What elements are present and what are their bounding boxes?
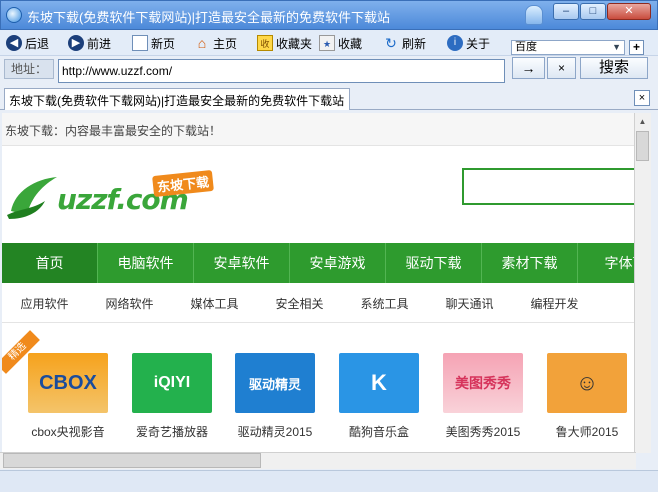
cbox-app-icon: CBOX: [28, 353, 108, 413]
chevron-down-icon: ▼: [612, 42, 621, 52]
kugou-app-icon: K: [339, 353, 419, 413]
back-arrow-icon: ◀: [6, 35, 22, 51]
tab-active[interactable]: 东坡下载(免费软件下载网站)|打造最安全最新的免费软件下载站: [4, 88, 350, 110]
maximize-button[interactable]: □: [580, 3, 606, 20]
sub-nav: 应用软件 网络软件 媒体工具 安全相关 系统工具 聊天通讯 编程开发 图: [2, 285, 634, 323]
minimize-button[interactable]: –: [553, 3, 579, 20]
add-favorite-button[interactable]: ★ 收藏: [319, 33, 362, 53]
refresh-button[interactable]: ↻ 刷新: [383, 33, 426, 53]
nav-item-android-games[interactable]: 安卓游戏: [290, 243, 386, 283]
app-tile-driver-genius[interactable]: 驱动精灵 驱动精灵2015: [225, 353, 325, 440]
go-button[interactable]: →: [512, 57, 545, 79]
title-bar: 东坡下载(免费软件下载网站)|打造最安全最新的免费软件下载站 – □ ✕: [0, 0, 658, 30]
app-tile-iqiyi[interactable]: iQIYI 爱奇艺播放器: [122, 353, 222, 440]
window-title: 东坡下载(免费软件下载网站)|打造最安全最新的免费软件下载站: [27, 10, 391, 25]
sub-nav-item[interactable]: 应用软件: [2, 285, 87, 322]
logo-badge: 东坡下载: [152, 169, 214, 198]
app-name: cbox央视影音: [31, 425, 105, 439]
app-name: 美图秀秀2015: [445, 425, 521, 439]
app-name: 爱奇艺播放器: [135, 425, 208, 439]
vertical-scrollbar[interactable]: [634, 113, 651, 453]
scroll-up-icon[interactable]: ▲: [635, 114, 650, 129]
vertical-scroll-thumb[interactable]: [636, 131, 649, 161]
favorites-icon: 收: [257, 35, 273, 51]
app-tile-ludashi[interactable]: ☺ 鲁大师2015: [537, 353, 634, 440]
driver-genius-app-icon: 驱动精灵: [235, 353, 315, 413]
web-content: 东坡下载：内容最丰富最安全的下载站！ uzzf.com 东坡下载 首页 电脑软件…: [2, 113, 634, 453]
nav-item-home[interactable]: 首页: [2, 243, 98, 283]
sub-nav-item[interactable]: 编程开发: [512, 285, 597, 322]
site-search-input[interactable]: [462, 168, 634, 205]
search-engine-select[interactable]: 百度 ▼: [511, 40, 625, 55]
featured-apps: 精选 CBOX cbox央视影音 iQIYI 爱奇艺播放器 驱动精灵 驱动精灵2…: [2, 330, 634, 445]
status-bar: [0, 470, 658, 492]
meitu-app-icon: 美图秀秀: [443, 353, 523, 413]
refresh-icon: ↻: [385, 35, 397, 51]
address-label: 地址：: [4, 59, 54, 79]
about-button[interactable]: i 关于: [447, 33, 490, 53]
close-tab-button[interactable]: ×: [634, 90, 650, 106]
site-top-note: 东坡下载：内容最丰富最安全的下载站！: [2, 113, 634, 146]
favorites-button[interactable]: 收 收藏夹: [257, 33, 312, 53]
iqiyi-app-icon: iQIYI: [132, 353, 212, 413]
back-button[interactable]: ◀ 后退: [6, 33, 49, 53]
app-tile-kugou[interactable]: K 酷狗音乐盒: [329, 353, 429, 440]
browser-logo-icon: [6, 7, 22, 23]
sub-nav-item[interactable]: 网络软件: [87, 285, 172, 322]
app-name: 鲁大师2015: [555, 425, 619, 439]
sub-nav-item[interactable]: 聊天通讯: [427, 285, 512, 322]
nav-item-drivers[interactable]: 驱动下载: [386, 243, 482, 283]
app-tile-meitu[interactable]: 美图秀秀 美图秀秀2015: [433, 353, 533, 440]
home-button[interactable]: ⌂ 主页: [194, 33, 237, 53]
forward-arrow-icon: ▶: [68, 35, 84, 51]
app-tile-cbox[interactable]: CBOX cbox央视影音: [18, 353, 118, 440]
ludashi-app-icon: ☺: [547, 353, 627, 413]
new-page-icon: [132, 35, 148, 51]
nav-item-android-software[interactable]: 安卓软件: [194, 243, 290, 283]
skin-icon[interactable]: [525, 5, 543, 25]
nav-item-fonts[interactable]: 字体下: [578, 243, 635, 283]
new-page-button[interactable]: 新页: [132, 33, 175, 53]
stop-button[interactable]: ×: [547, 57, 576, 79]
address-input[interactable]: [58, 59, 505, 83]
nav-item-pc-software[interactable]: 电脑软件: [98, 243, 194, 283]
sub-nav-item[interactable]: 系统工具: [342, 285, 427, 322]
horizontal-scroll-thumb[interactable]: [3, 453, 261, 468]
main-nav: 首页 电脑软件 安卓软件 安卓游戏 驱动下载 素材下载 字体下: [2, 243, 634, 283]
about-icon: i: [447, 35, 463, 51]
app-name: 驱动精灵2015: [237, 425, 313, 439]
site-logo[interactable]: uzzf.com 东坡下载: [5, 165, 217, 225]
close-button[interactable]: ✕: [607, 3, 651, 20]
app-name: 酷狗音乐盒: [348, 425, 409, 439]
home-icon: ⌂: [197, 35, 207, 51]
forward-button[interactable]: ▶ 前进: [68, 33, 111, 53]
sub-nav-item[interactable]: 安全相关: [257, 285, 342, 322]
sub-nav-item[interactable]: 媒体工具: [172, 285, 257, 322]
nav-item-materials[interactable]: 素材下载: [482, 243, 578, 283]
add-favorite-icon: ★: [319, 35, 335, 51]
tab-bar: 东坡下载(免费软件下载网站)|打造最安全最新的免费软件下载站: [0, 86, 658, 110]
search-button[interactable]: 搜索: [580, 57, 648, 79]
logo-swoosh-icon: [7, 177, 57, 219]
add-search-engine-button[interactable]: +: [629, 40, 644, 55]
sub-nav-item[interactable]: 图: [597, 285, 634, 322]
